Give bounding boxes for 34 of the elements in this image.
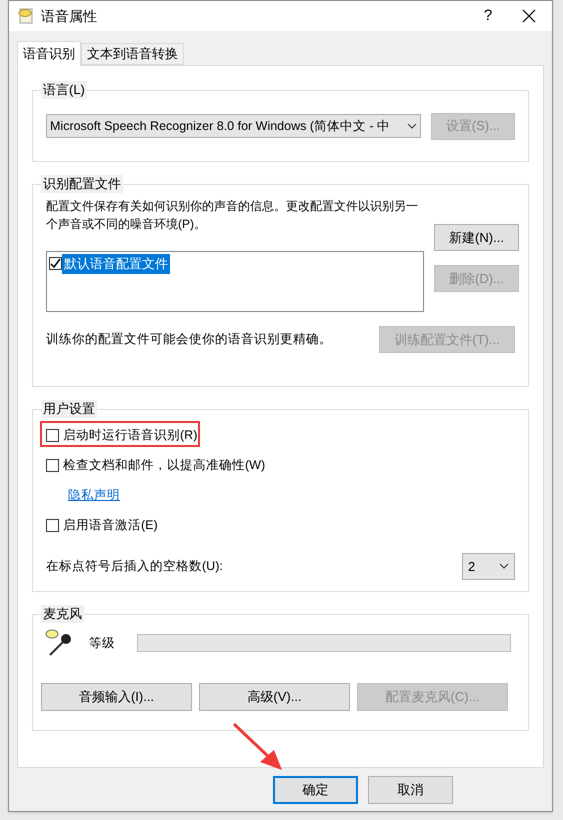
tab[interactable]: 语音识别	[17, 41, 81, 66]
chevron-down-icon	[406, 123, 417, 129]
pointer-arrow	[232, 722, 284, 772]
checkbox-label: 启动时运行语音识别(R)	[63, 427, 198, 444]
button[interactable]: 高级(V)...	[199, 683, 350, 711]
checkbox[interactable]	[49, 257, 62, 270]
recognizer-dropdown[interactable]: Microsoft Speech Recognizer 8.0 for Windows (简体中文 - 中	[46, 114, 421, 138]
checkbox[interactable]	[46, 459, 59, 472]
dialog-button[interactable]: 取消	[368, 776, 453, 804]
checkbox-label: 检查文档和邮件，以提高准确性(W)	[63, 457, 266, 474]
window-title: 语音属性	[41, 6, 98, 26]
train-hint: 训练你的配置文件可能会使你的语音识别更精确。	[46, 331, 332, 348]
dialog-button[interactable]: 确定	[273, 776, 358, 804]
privacy-link[interactable]: 隐私声明	[68, 486, 120, 505]
group-title: 识别配置文件	[41, 175, 123, 193]
group-title: 语言(L)	[41, 81, 87, 99]
spaces-dropdown[interactable]: 2	[462, 552, 515, 580]
tab[interactable]: 文本到语音转换	[81, 43, 184, 65]
level-label: 等级	[89, 634, 115, 652]
profile-item[interactable]: 默认语音配置文件	[62, 254, 170, 274]
check-icon	[50, 258, 61, 270]
button[interactable]: 新建(N)...	[434, 224, 519, 251]
help-button[interactable]: ?	[468, 4, 508, 28]
profile-description: 配置文件保存有关如何识别你的声音的信息。更改配置文件以识别另一个声音或不同的噪音环境(P)。	[46, 198, 419, 233]
button[interactable]: 音频输入(I)...	[41, 683, 192, 711]
speech-bubble-icon	[17, 7, 35, 25]
group-title: 用户设置	[41, 400, 97, 418]
checkbox[interactable]	[46, 518, 59, 532]
chevron-down-icon	[499, 563, 509, 570]
spaces-label: 在标点符号后插入的空格数(U):	[46, 558, 223, 575]
checkbox[interactable]	[46, 429, 59, 442]
checkbox-label: 启用语音激活(E)	[63, 516, 158, 534]
close-icon[interactable]	[522, 9, 536, 23]
group-title: 麦克风	[41, 605, 84, 623]
